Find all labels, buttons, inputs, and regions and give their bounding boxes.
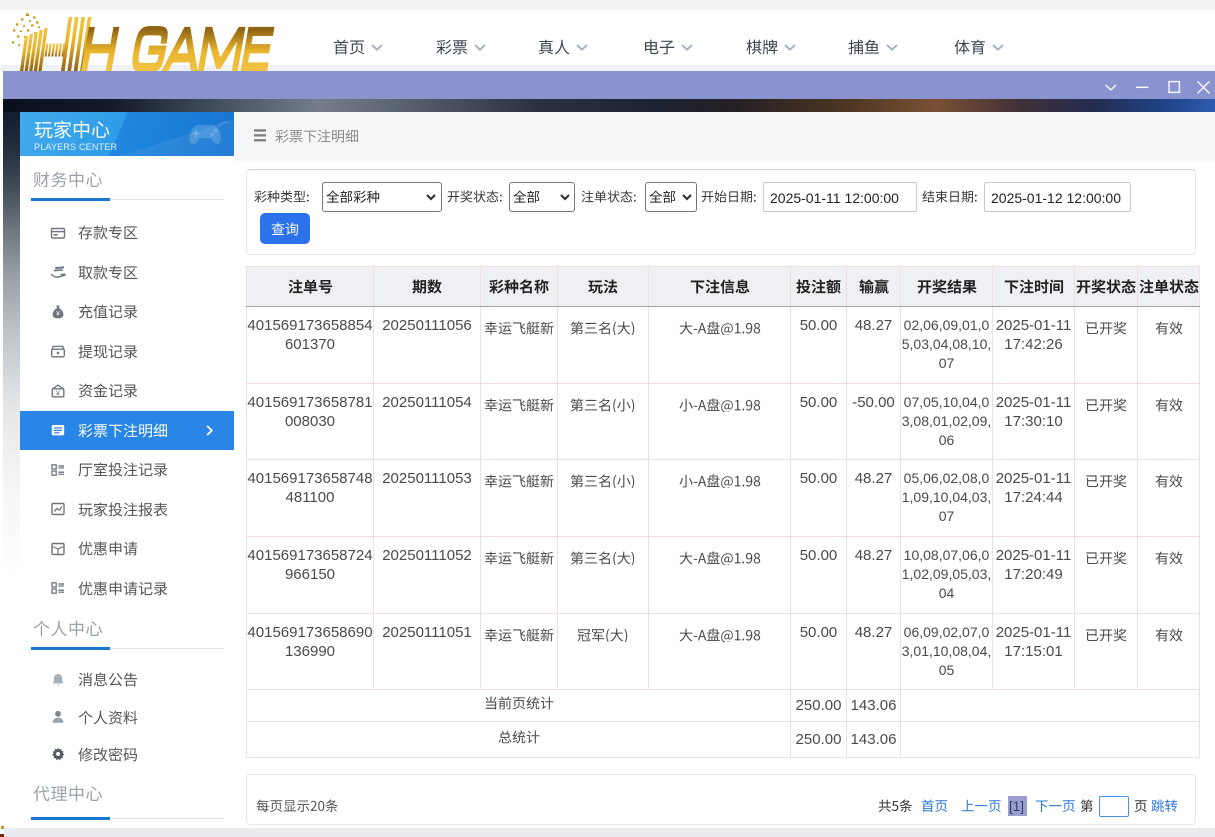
svg-text:¥: ¥ [56,310,60,317]
svg-text:¥: ¥ [56,390,60,397]
